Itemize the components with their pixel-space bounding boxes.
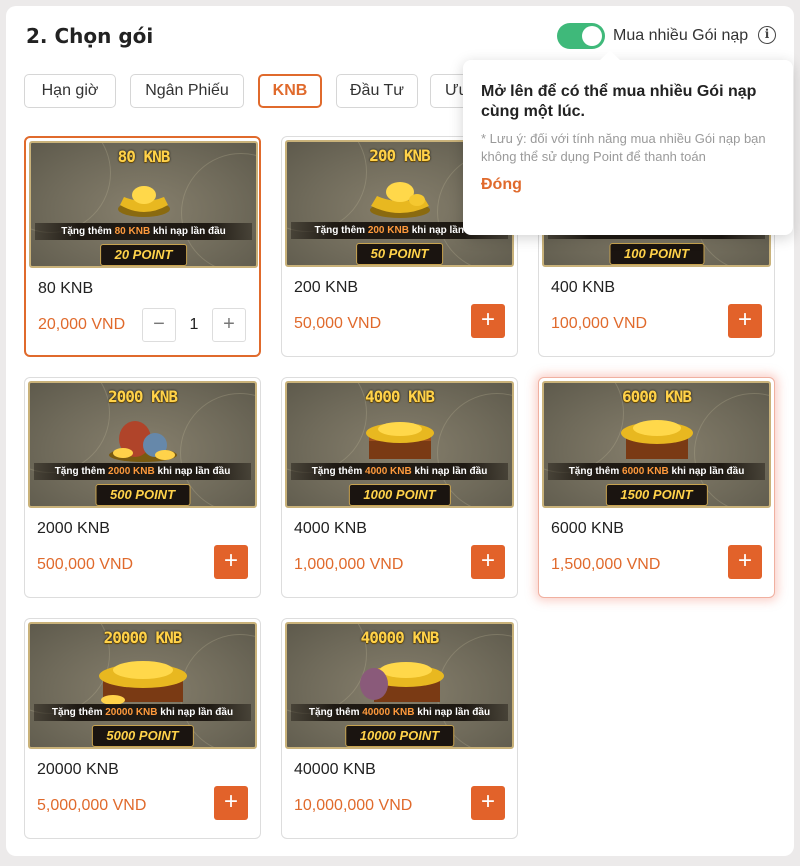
gold-icon bbox=[365, 178, 435, 225]
bonus-suffix: khi nạp lần đầu bbox=[417, 707, 491, 718]
increase-button[interactable]: + bbox=[212, 308, 246, 342]
popover-note: * Lưu ý: đối với tính năng mua nhiều Gói… bbox=[481, 131, 766, 164]
add-package-button[interactable]: + bbox=[728, 304, 762, 338]
bonus-prefix: Tặng thêm bbox=[314, 225, 366, 236]
package-name-80-knb: 80 KNB bbox=[38, 280, 94, 297]
bonus-prefix: Tặng thêm bbox=[568, 466, 620, 477]
tab-ngan-phieu[interactable]: Ngân Phiếu bbox=[130, 74, 244, 108]
bonus-amount: 80 KNB bbox=[114, 226, 151, 237]
gold-icon bbox=[114, 179, 174, 224]
point-badge: 500 POINT bbox=[94, 484, 191, 506]
bonus-amount: 2000 KNB bbox=[108, 466, 155, 477]
bonus-prefix: Tặng thêm bbox=[51, 707, 103, 718]
multi-buy-label: Mua nhiều Gói nạp bbox=[613, 27, 749, 44]
bonus-prefix: Tặng thêm bbox=[61, 226, 112, 237]
bonus-amount: 4000 KNB bbox=[365, 466, 412, 477]
bonus-suffix: khi nạp lần đầu bbox=[414, 466, 488, 477]
bonus-banner: Tặng thêm 40000 KNB khi nạp lần đầu bbox=[291, 704, 508, 721]
point-badge: 10000 POINT bbox=[344, 725, 455, 747]
gold-icon bbox=[103, 419, 183, 468]
add-package-button[interactable]: + bbox=[471, 304, 505, 338]
bonus-amount: 200 KNB bbox=[367, 225, 409, 236]
add-package-button[interactable]: + bbox=[728, 545, 762, 579]
add-package-button[interactable]: + bbox=[214, 786, 248, 820]
package-image-title: 4000 KNB bbox=[364, 387, 435, 406]
package-price: 1,000,000 VND bbox=[294, 556, 404, 573]
point-badge: 100 POINT bbox=[608, 243, 705, 265]
package-image: 80 KNB Tặng thêm 80 KNB khi nạp lần đầu 20… bbox=[29, 141, 258, 268]
package-image-title: 80 KNB bbox=[117, 147, 171, 166]
package-image: 4000 KNB Tặng thêm 4000 KNB khi nạp lần đ… bbox=[285, 381, 514, 508]
bonus-amount: 6000 KNB bbox=[622, 466, 669, 477]
decrease-button[interactable]: − bbox=[142, 308, 176, 342]
package-card[interactable]: 4000 KNB Tặng thêm 4000 KNB khi nạp lần đ… bbox=[281, 377, 518, 598]
package-image: 40000 KNB Tặng thêm 40000 KNB khi nạp lần… bbox=[285, 622, 514, 749]
package-price: 100,000 VND bbox=[551, 315, 648, 332]
package-card[interactable]: 40000 KNB Tặng thêm 40000 KNB khi nạp lần… bbox=[281, 618, 518, 839]
tab-han-gio[interactable]: Hạn giờ bbox=[24, 74, 116, 108]
point-badge: 50 POINT bbox=[355, 243, 444, 265]
package-image-title: 6000 KNB bbox=[621, 387, 692, 406]
bonus-banner: Tặng thêm 2000 KNB khi nạp lần đầu bbox=[34, 463, 251, 480]
gold-icon bbox=[612, 419, 702, 468]
bonus-suffix: khi nạp lần đầu bbox=[671, 466, 745, 477]
bonus-banner: Tặng thêm 6000 KNB khi nạp lần đầu bbox=[548, 463, 765, 480]
bonus-prefix: Tặng thêm bbox=[308, 707, 360, 718]
package-card[interactable]: 80 KNB Tặng thêm 80 KNB khi nạp lần đầu 20… bbox=[24, 136, 261, 357]
bonus-amount: 40000 KNB bbox=[362, 707, 415, 718]
package-name-20000-knb: 20000 KNB bbox=[37, 761, 119, 778]
bonus-prefix: Tặng thêm bbox=[54, 466, 106, 477]
add-package-button[interactable]: + bbox=[214, 545, 248, 579]
package-card[interactable]: 2000 KNB Tặng thêm 2000 KNB khi nạp lần đ… bbox=[24, 377, 261, 598]
package-image: 20000 KNB Tặng thêm 20000 KNB khi nạp lần… bbox=[28, 622, 257, 749]
info-icon[interactable]: i bbox=[758, 26, 776, 44]
package-image: 2000 KNB Tặng thêm 2000 KNB khi nạp lần đ… bbox=[28, 381, 257, 508]
decor-swirl bbox=[180, 393, 255, 506]
package-name-200-knb: 200 KNB bbox=[294, 279, 359, 296]
tab-dau-tu[interactable]: Đầu Tư bbox=[336, 74, 418, 108]
quantity-value: 1 bbox=[189, 316, 199, 333]
section-title: 2. Chọn gói bbox=[26, 24, 154, 48]
toggle-knob bbox=[582, 26, 602, 46]
point-badge: 20 POINT bbox=[99, 244, 188, 266]
package-price: 5,000,000 VND bbox=[37, 797, 147, 814]
package-price: 50,000 VND bbox=[294, 315, 382, 332]
package-name-4000-knb: 4000 KNB bbox=[294, 520, 367, 537]
bonus-banner: Tặng thêm 4000 KNB khi nạp lần đầu bbox=[291, 463, 508, 480]
package-image: 6000 KNB Tặng thêm 6000 KNB khi nạp lần đ… bbox=[542, 381, 771, 508]
package-panel: 2. Chọn gói Mua nhiều Gói nạp i Hạn giờ … bbox=[6, 6, 794, 856]
bonus-suffix: khi nạp lần đầu bbox=[160, 707, 234, 718]
multi-buy-popover: Mở lên để có thể mua nhiều Gói nạp cùng … bbox=[463, 60, 793, 235]
package-name-400-knb: 400 KNB bbox=[551, 279, 616, 296]
bonus-prefix: Tặng thêm bbox=[311, 466, 363, 477]
package-image-title: 40000 KNB bbox=[360, 628, 440, 647]
bonus-suffix: khi nạp lần đầu bbox=[157, 466, 231, 477]
package-image-title: 20000 KNB bbox=[103, 628, 183, 647]
package-price: 500,000 VND bbox=[37, 556, 134, 573]
tab-knb[interactable]: KNB bbox=[258, 74, 322, 108]
popover-close-button[interactable]: Đóng bbox=[481, 176, 522, 194]
package-card[interactable]: 6000 KNB Tặng thêm 6000 KNB khi nạp lần đ… bbox=[538, 377, 775, 598]
point-badge: 5000 POINT bbox=[91, 725, 194, 747]
bonus-suffix: khi nạp lần đầu bbox=[152, 226, 226, 237]
package-card[interactable]: 20000 KNB Tặng thêm 20000 KNB khi nạp lần… bbox=[24, 618, 261, 839]
decor-swirl bbox=[181, 153, 256, 266]
point-badge: 1000 POINT bbox=[348, 484, 451, 506]
package-price: 1,500,000 VND bbox=[551, 556, 661, 573]
bonus-amount: 20000 KNB bbox=[105, 707, 158, 718]
bonus-banner: Tặng thêm 20000 KNB khi nạp lần đầu bbox=[34, 704, 251, 721]
popover-title: Mở lên để có thể mua nhiều Gói nạp cùng … bbox=[481, 83, 757, 120]
package-price: 20,000 VND bbox=[38, 316, 126, 333]
package-name-6000-knb: 6000 KNB bbox=[551, 520, 624, 537]
multi-buy-toggle[interactable] bbox=[557, 23, 605, 49]
point-badge: 1500 POINT bbox=[605, 484, 708, 506]
add-package-button[interactable]: + bbox=[471, 786, 505, 820]
gold-icon bbox=[355, 419, 445, 468]
package-name-40000-knb: 40000 KNB bbox=[294, 761, 376, 778]
package-image-title: 2000 KNB bbox=[107, 387, 178, 406]
add-package-button[interactable]: + bbox=[471, 545, 505, 579]
package-price: 10,000,000 VND bbox=[294, 797, 413, 814]
package-name-2000-knb: 2000 KNB bbox=[37, 520, 110, 537]
bonus-banner: Tặng thêm 80 KNB khi nạp lần đầu bbox=[35, 223, 252, 240]
